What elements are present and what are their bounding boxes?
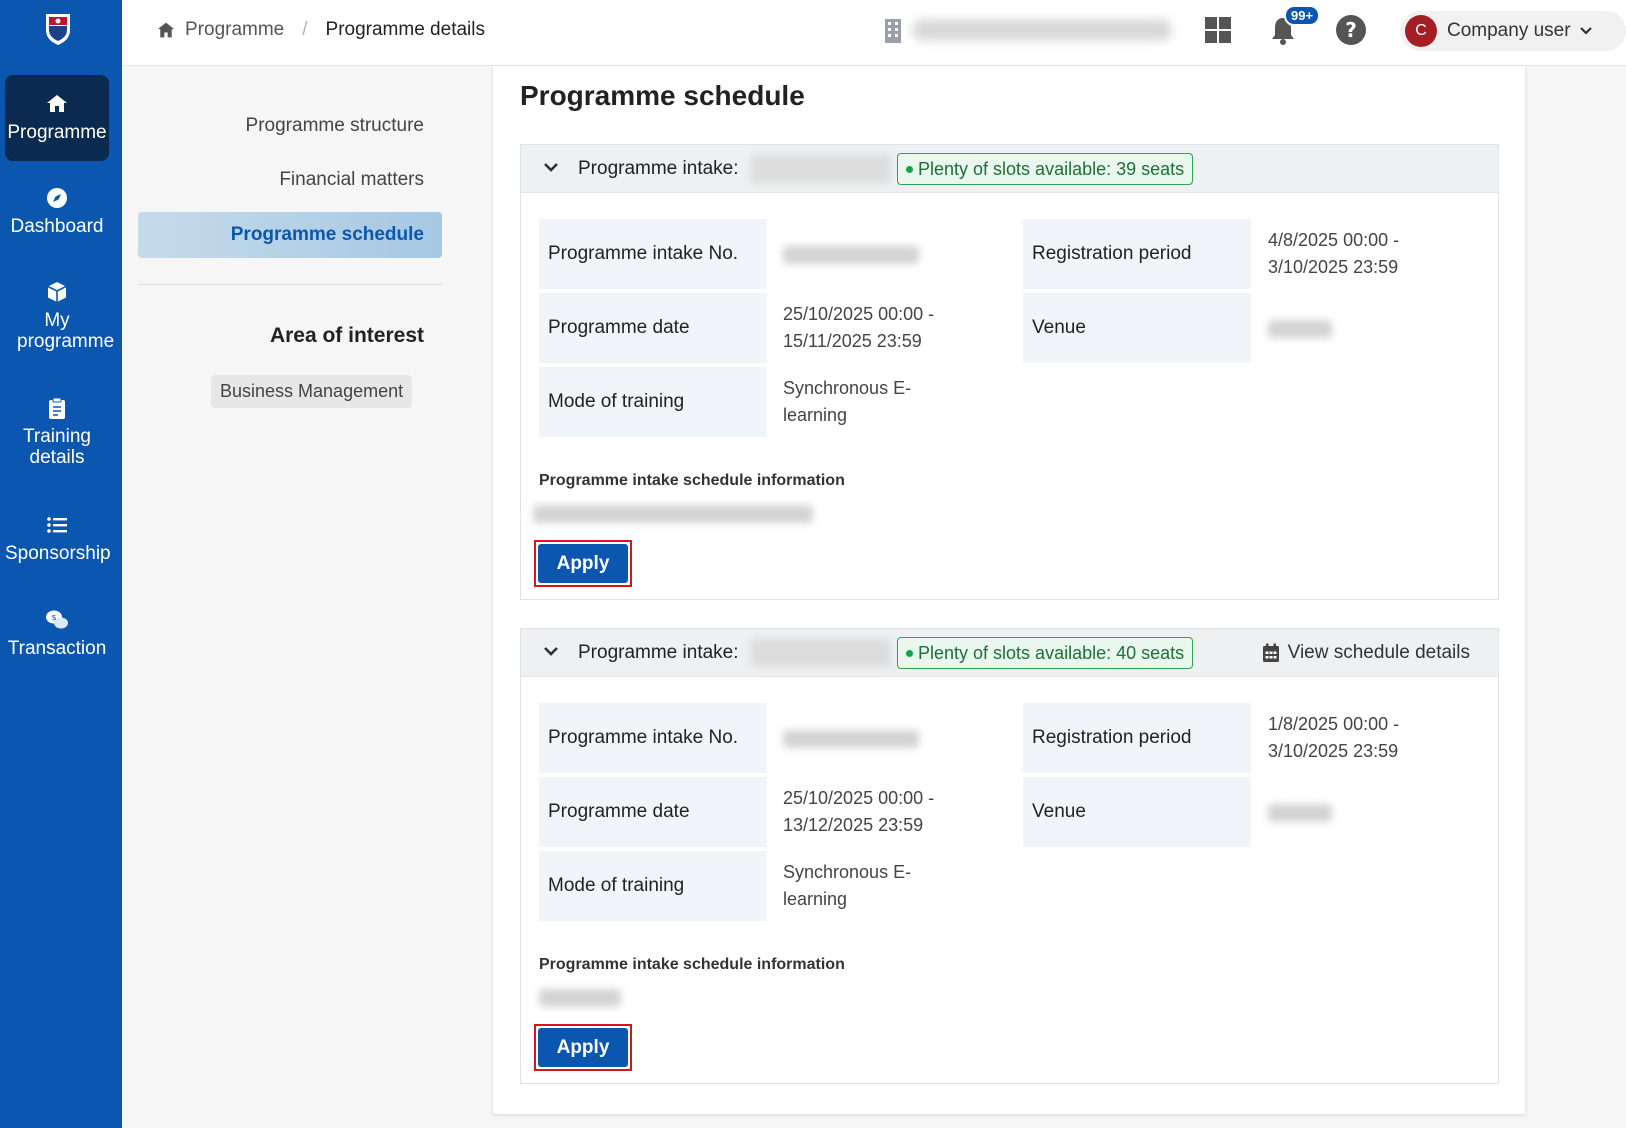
chevron-down-icon[interactable] (543, 645, 559, 657)
calendar-icon (1262, 643, 1279, 662)
section-link-label: Programme schedule (230, 224, 424, 245)
schedule-info-redacted (533, 505, 813, 523)
chat-dollar-icon: $ (46, 610, 68, 629)
section-link-programme-schedule[interactable]: Programme schedule (138, 212, 442, 258)
chevron-down-icon (1579, 27, 1592, 35)
sidebar: Programme Dashboard My programme Trainin… (0, 0, 122, 1128)
sidebar-item-label: Dashboard (10, 216, 104, 237)
mode-of-training-value: Synchronous E-learning (783, 378, 912, 425)
intake-no-value-redacted (783, 246, 919, 264)
sidebar-item-label: My programme (17, 310, 115, 352)
avatar: C (1405, 15, 1437, 47)
clipboard-icon (49, 397, 65, 419)
home-icon (157, 22, 175, 38)
venue-value-redacted (1268, 320, 1332, 338)
apply-button-highlight: Apply (534, 540, 632, 587)
sidebar-item-label: Transaction (7, 638, 107, 659)
breadcrumb-current: Programme details (325, 19, 485, 40)
box-icon (47, 282, 67, 302)
intake-no-label: Programme intake No. (539, 219, 767, 289)
sidebar-item-programme[interactable]: Programme (5, 75, 109, 161)
intake-no-label: Programme intake No. (539, 703, 767, 773)
area-of-interest-title: Area of interest (269, 324, 424, 347)
intake-header[interactable]: Programme intake: Plenty of slots availa… (521, 145, 1498, 193)
apply-button-highlight: Apply (534, 1024, 632, 1071)
user-menu[interactable]: C Company user (1400, 11, 1626, 51)
company-name-redacted (912, 19, 1172, 41)
mode-of-training-value: Synchronous E-learning (783, 862, 912, 909)
programme-date-value: 25/10/2025 00:00 - 15/11/2025 23:59 (783, 304, 935, 351)
notification-count-badge: 99+ (1284, 5, 1321, 26)
intake-panel: Programme intake: Plenty of slots availa… (520, 144, 1499, 600)
registration-value: 4/8/2025 00:00 - 3/10/2025 23:59 (1268, 230, 1400, 277)
sidebar-item-label: Training details (23, 426, 91, 468)
intake-no-value-redacted (783, 730, 919, 748)
schedule-info-redacted (539, 989, 621, 1007)
venue-value-redacted (1268, 804, 1332, 822)
venue-label: Venue (1023, 293, 1251, 363)
intake-header[interactable]: Programme intake: Plenty of slots availa… (521, 629, 1498, 677)
programme-date-label: Programme date (539, 293, 767, 363)
venue-label: Venue (1023, 777, 1251, 847)
chevron-down-icon[interactable] (543, 161, 559, 173)
apply-button[interactable]: Apply (538, 544, 628, 583)
help-icon[interactable]: ? (1335, 14, 1367, 46)
sidebar-item-training-details[interactable]: Training details (5, 396, 109, 468)
programme-schedule-card: Programme schedule Programme intake: Ple… (493, 66, 1525, 1114)
schedule-info-label: Programme intake schedule information (539, 472, 845, 489)
intake-label: Programme intake: (578, 158, 739, 179)
programme-date-value: 25/10/2025 00:00 - 13/12/2025 23:59 (783, 788, 935, 835)
registration-label: Registration period (1023, 703, 1251, 773)
breadcrumb-separator: / (302, 19, 308, 40)
registration-value: 1/8/2025 00:00 - 3/10/2025 23:59 (1268, 714, 1400, 761)
breadcrumb-root: Programme (185, 19, 285, 40)
slots-status-badge: Plenty of slots available: 40 seats (897, 637, 1194, 669)
section-link-financial-matters[interactable]: Financial matters (279, 169, 424, 191)
breadcrumb-programme-link[interactable]: Programme (156, 19, 284, 41)
sidebar-item-transaction[interactable]: $ Transaction (5, 608, 109, 659)
home-icon (47, 95, 67, 112)
list-icon (47, 517, 67, 533)
mode-of-training-label: Mode of training (539, 367, 767, 437)
sidebar-item-sponsorship[interactable]: Sponsorship (5, 513, 111, 564)
crest-logo-icon (46, 14, 70, 45)
page-title: Programme schedule (520, 80, 805, 111)
apps-grid-icon[interactable] (1204, 16, 1232, 44)
slots-status-badge: Plenty of slots available: 39 seats (897, 153, 1194, 185)
programme-date-label: Programme date (539, 777, 767, 847)
divider (138, 284, 442, 285)
section-link-programme-structure[interactable]: Programme structure (246, 115, 424, 137)
intake-label: Programme intake: (578, 642, 739, 663)
sidebar-item-label: Sponsorship (5, 543, 111, 564)
view-schedule-label: View schedule details (1287, 642, 1470, 663)
sidebar-item-my-programme[interactable]: My programme (5, 280, 115, 352)
intake-id-redacted (751, 155, 891, 183)
building-icon (885, 19, 901, 43)
view-schedule-details-link[interactable]: View schedule details (1262, 642, 1470, 664)
sidebar-item-dashboard[interactable]: Dashboard (5, 186, 109, 237)
user-name: Company user (1447, 20, 1571, 41)
intake-id-redacted (751, 639, 891, 667)
svg-text:?: ? (1345, 18, 1357, 42)
apply-button[interactable]: Apply (538, 1028, 628, 1067)
svg-text:$: $ (51, 613, 56, 622)
compass-icon (47, 188, 67, 208)
intake-panel: Programme intake: Plenty of slots availa… (520, 628, 1499, 1084)
sidebar-item-label: Programme (7, 122, 107, 143)
top-header: Programme / Programme details 99+ ? C Co… (122, 0, 1626, 66)
registration-label: Registration period (1023, 219, 1251, 289)
area-of-interest-tag: Business Management (211, 375, 413, 408)
schedule-info-label: Programme intake schedule information (539, 956, 845, 973)
mode-of-training-label: Mode of training (539, 851, 767, 921)
breadcrumb: Programme / Programme details (156, 19, 485, 41)
